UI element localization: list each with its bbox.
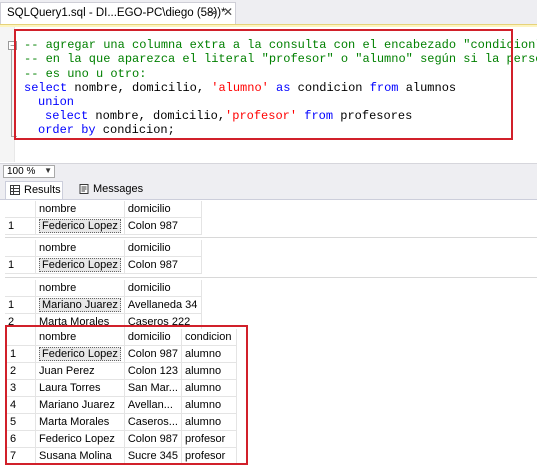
table-cell[interactable]: Federico Lopez: [35, 256, 125, 274]
grid-header-row: nombre domicilio: [5, 201, 202, 218]
column-header[interactable]: nombre: [35, 240, 125, 257]
table-cell[interactable]: Colon 987: [124, 256, 202, 274]
tab-title: SQLQuery1.sql - DI...EGO-PC\diego (58))*: [7, 7, 226, 19]
tab-results[interactable]: Results: [5, 181, 63, 199]
cell-text: Federico Lopez: [39, 219, 121, 233]
grid-separator: [5, 237, 537, 238]
cell-text: Federico Lopez: [39, 258, 121, 272]
editor-status-bar: 100 % ▼: [0, 163, 537, 180]
chevron-down-icon: ▼: [44, 166, 52, 175]
table-cell[interactable]: Mariano Juarez: [35, 296, 125, 314]
result-grid-2[interactable]: nombre domicilio 1 Federico Lopez Colon …: [5, 240, 202, 274]
cell-text: Mariano Juarez: [39, 298, 121, 312]
table-cell[interactable]: Avellaneda 34: [124, 296, 202, 314]
column-header[interactable]: domicilio: [124, 280, 202, 297]
tab-messages[interactable]: Messages: [75, 181, 143, 199]
table-cell[interactable]: Colon 987: [124, 217, 202, 235]
row-number[interactable]: 1: [5, 256, 36, 274]
messages-icon: [79, 184, 89, 194]
row-number-header: [5, 201, 36, 218]
grid-icon: [10, 185, 20, 195]
row-number-header: [5, 240, 36, 257]
column-header[interactable]: nombre: [35, 280, 125, 297]
fold-line: [11, 50, 12, 136]
tab-messages-label: Messages: [93, 183, 144, 195]
tab-results-label: Results: [24, 184, 61, 196]
table-row[interactable]: 1 Mariano Juarez Avellaneda 34: [5, 296, 202, 314]
highlight-box-results: [5, 325, 248, 465]
row-number-header: [5, 280, 36, 297]
column-header[interactable]: domicilio: [124, 201, 202, 218]
grid-header-row: nombre domicilio: [5, 240, 202, 257]
row-number[interactable]: 1: [5, 296, 36, 314]
column-header[interactable]: nombre: [35, 201, 125, 218]
query-document-tab[interactable]: SQLQuery1.sql - DI...EGO-PC\diego (58))*…: [0, 2, 236, 24]
grid-separator: [5, 277, 537, 278]
results-tab-bar: Results Messages: [0, 180, 537, 200]
column-header[interactable]: domicilio: [124, 240, 202, 257]
table-cell[interactable]: Federico Lopez: [35, 217, 125, 235]
grid-header-row: nombre domicilio: [5, 280, 202, 297]
row-number[interactable]: 1: [5, 217, 36, 235]
table-row[interactable]: 1 Federico Lopez Colon 987: [5, 256, 202, 274]
zoom-select[interactable]: 100 % ▼: [3, 165, 55, 178]
zoom-value: 100 %: [7, 166, 36, 177]
pin-icon[interactable]: ⊸: [207, 6, 216, 19]
table-row[interactable]: 1 Federico Lopez Colon 987: [5, 217, 202, 235]
close-icon[interactable]: ✕: [223, 5, 233, 19]
result-grid-1[interactable]: nombre domicilio 1 Federico Lopez Colon …: [5, 201, 202, 235]
result-grid-3[interactable]: nombre domicilio 1 Mariano Juarez Avella…: [5, 280, 202, 331]
highlight-box-query: [14, 29, 513, 140]
